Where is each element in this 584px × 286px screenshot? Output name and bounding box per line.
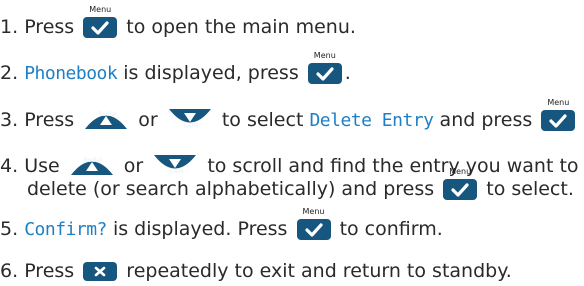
step-number: 4. [0, 155, 19, 177]
step-text: delete (or search alphabetically) and pr… [27, 178, 435, 200]
end-button [83, 262, 118, 286]
menu-button: Menu [83, 5, 118, 43]
step-text: to select. [486, 178, 574, 200]
instructions-document: 1. Press Menu to open the main menu. 2. … [0, 0, 584, 286]
calls-down-button: Calls [152, 154, 198, 176]
menu-caption: Menu [89, 5, 112, 14]
step-3: 3. Press Redial or Calls to select Delet… [0, 98, 578, 136]
check-icon [316, 67, 334, 81]
redial-up-button: Redial [69, 154, 115, 176]
step-5: 5. Confirm? is displayed. Press Menu to … [0, 207, 443, 245]
check-icon [451, 183, 469, 197]
step-text: . [344, 62, 351, 84]
step-text: Press [24, 260, 75, 282]
calls-caption: Calls [183, 122, 199, 129]
step-text: is displayed, press [123, 62, 299, 84]
redial-caption: Redial [98, 111, 117, 118]
step-number: 1. [0, 16, 19, 38]
step-text: to select [221, 109, 304, 131]
step-text: Use [24, 155, 60, 177]
step-text: and press [439, 109, 533, 131]
menu-button: Menu [307, 51, 342, 89]
step-2: 2. Phonebook is displayed, press Menu . [0, 51, 351, 89]
step-text: Press [24, 16, 75, 38]
check-icon [91, 21, 109, 35]
step-4: 4. Use Redial or Calls to scroll and fin… [0, 154, 579, 177]
step-text: or [138, 109, 158, 131]
check-icon [549, 114, 567, 128]
redial-up-button: Redial [83, 108, 129, 130]
step-number: 2. [0, 62, 19, 84]
step-number: 3. [0, 109, 19, 131]
display-text-delete-entry: Delete Entry [309, 110, 434, 131]
check-icon [304, 223, 323, 237]
step-1: 1. Press Menu to open the main menu. [0, 5, 356, 43]
menu-button: Menu [296, 207, 331, 245]
menu-caption: Menu [313, 51, 336, 60]
calls-caption: Calls [169, 168, 184, 175]
step-4-continuation: delete (or search alphabetically) and pr… [27, 167, 574, 205]
redial-caption: Redial [83, 157, 103, 164]
step-text: or [123, 155, 144, 177]
step-text: to open the main menu. [126, 16, 356, 38]
close-icon [94, 266, 106, 277]
step-text: to scroll and find the entry you want to [207, 155, 579, 177]
display-text-phonebook: Phonebook [24, 63, 118, 84]
step-number: 5. [0, 218, 19, 240]
menu-caption: Menu [302, 207, 325, 216]
menu-caption: Menu [449, 167, 472, 176]
menu-button: Menu [443, 167, 478, 205]
display-text-confirm: Confirm? [24, 219, 107, 240]
calls-down-button: Calls [167, 108, 213, 130]
step-text: is displayed. Press [112, 218, 288, 240]
menu-button: Menu [541, 98, 576, 136]
menu-caption: Menu [547, 98, 570, 107]
step-text: repeatedly to exit and return to standby… [126, 260, 512, 282]
step-number: 6. [0, 260, 19, 282]
step-text: Press [24, 109, 75, 131]
step-6: 6. Press repeatedly to exit and return t… [0, 260, 512, 286]
step-text: to confirm. [339, 218, 443, 240]
